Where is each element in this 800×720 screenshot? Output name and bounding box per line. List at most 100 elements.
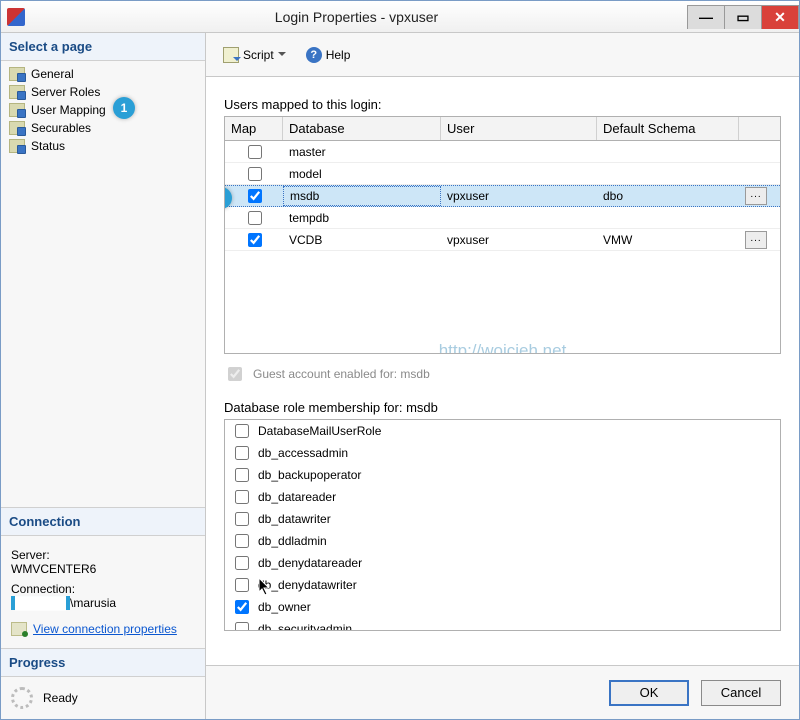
schema-browse-button[interactable]: ... xyxy=(745,187,767,205)
cell-database: model xyxy=(283,165,441,183)
dialog-footer: OK Cancel xyxy=(206,665,799,719)
view-connection-properties-link[interactable]: View connection properties xyxy=(33,622,177,636)
role-label: db_denydatareader xyxy=(258,556,362,570)
app-icon xyxy=(7,8,25,26)
role-checkbox[interactable] xyxy=(235,446,249,460)
left-pane: Select a page General Server RolesUser Ma… xyxy=(1,33,206,719)
cell-database: msdb xyxy=(283,186,441,206)
sidebar-item-label: Status xyxy=(31,139,65,153)
server-label: Server: xyxy=(11,548,195,562)
connection-info: Server: WMVCENTER6 Connection: ██████\ma… xyxy=(1,536,205,648)
table-row[interactable]: model xyxy=(225,163,780,185)
role-item[interactable]: db_backupoperator xyxy=(225,464,780,486)
role-label: db_backupoperator xyxy=(258,468,361,482)
page-icon xyxy=(9,85,25,99)
role-checkbox[interactable] xyxy=(235,578,249,592)
title-bar: Login Properties - vpxuser — ▭ ✕ xyxy=(1,1,799,33)
schema-browse-button[interactable]: ... xyxy=(745,231,767,249)
connection-value: ██████\marusia xyxy=(11,596,195,610)
users-mapped-label: Users mapped to this login: xyxy=(224,97,781,112)
map-checkbox[interactable] xyxy=(248,233,262,247)
role-checkbox[interactable] xyxy=(235,490,249,504)
help-icon: ? xyxy=(306,47,322,63)
cell-user xyxy=(441,150,597,154)
role-label: DatabaseMailUserRole xyxy=(258,424,381,438)
progress-header: Progress xyxy=(1,648,205,677)
server-value: WMVCENTER6 xyxy=(11,562,195,576)
cancel-button[interactable]: Cancel xyxy=(701,680,781,706)
roles-listbox[interactable]: 3 DatabaseMailUserRoledb_accessadmindb_b… xyxy=(224,419,781,631)
connection-label: Connection: xyxy=(11,582,195,596)
cell-schema: dbo xyxy=(597,187,739,205)
table-row[interactable]: master xyxy=(225,141,780,163)
ok-button[interactable]: OK xyxy=(609,680,689,706)
sidebar-item-status[interactable]: Status xyxy=(1,137,205,155)
role-item[interactable]: db_securityadmin xyxy=(225,618,780,631)
role-item[interactable]: db_owner xyxy=(225,596,780,618)
sidebar-item-user-mapping[interactable]: User Mapping1 xyxy=(1,101,205,119)
role-item[interactable]: db_ddladmin xyxy=(225,530,780,552)
role-label: db_owner xyxy=(258,600,311,614)
cell-database: VCDB xyxy=(283,231,441,249)
role-checkbox[interactable] xyxy=(235,424,249,438)
progress-area: Ready xyxy=(1,677,205,719)
sidebar-item-label: Securables xyxy=(31,121,91,135)
role-item[interactable]: db_datawriter xyxy=(225,508,780,530)
close-button[interactable]: ✕ xyxy=(761,5,799,29)
page-nav-list: General Server RolesUser Mapping1 Securabl… xyxy=(1,61,205,167)
cell-database: master xyxy=(283,143,441,161)
roles-label: Database role membership for: msdb xyxy=(224,400,781,415)
col-map: Map xyxy=(225,117,283,140)
page-icon xyxy=(9,121,25,135)
role-item[interactable]: db_denydatawriter xyxy=(225,574,780,596)
role-item[interactable]: db_accessadmin xyxy=(225,442,780,464)
map-checkbox[interactable] xyxy=(248,189,262,203)
maximize-button[interactable]: ▭ xyxy=(724,5,762,29)
role-checkbox[interactable] xyxy=(235,468,249,482)
page-icon xyxy=(9,67,25,81)
page-icon xyxy=(9,103,25,117)
table-row[interactable]: VCDBvpxuserVMW... xyxy=(225,229,780,251)
guest-account-row: Guest account enabled for: msdb xyxy=(224,364,781,384)
user-mapping-grid[interactable]: Map Database User Default Schema master m… xyxy=(224,116,781,354)
cell-user: vpxuser xyxy=(441,187,597,205)
cell-schema: VMW xyxy=(597,231,739,249)
sidebar-item-label: General xyxy=(31,67,74,81)
map-checkbox[interactable] xyxy=(248,211,262,225)
role-item[interactable]: db_denydatareader xyxy=(225,552,780,574)
connection-header: Connection xyxy=(1,507,205,536)
role-checkbox[interactable] xyxy=(235,556,249,570)
map-checkbox[interactable] xyxy=(248,167,262,181)
role-checkbox[interactable] xyxy=(235,512,249,526)
role-item[interactable]: DatabaseMailUserRole xyxy=(225,420,780,442)
sidebar-item-general[interactable]: General xyxy=(1,65,205,83)
progress-status: Ready xyxy=(43,691,78,705)
role-label: db_accessadmin xyxy=(258,446,348,460)
role-item[interactable]: db_datareader xyxy=(225,486,780,508)
select-page-header: Select a page xyxy=(1,33,205,61)
connection-redacted: ██████ xyxy=(11,596,70,610)
role-checkbox[interactable] xyxy=(235,622,249,631)
role-label: db_denydatawriter xyxy=(258,578,357,592)
help-button[interactable]: ? Help xyxy=(299,44,358,66)
role-checkbox[interactable] xyxy=(235,600,249,614)
minimize-button[interactable]: — xyxy=(687,5,725,29)
table-row[interactable]: tempdb xyxy=(225,207,780,229)
grid-header: Map Database User Default Schema xyxy=(225,117,780,141)
right-pane: Script ? Help Users mapped to this login… xyxy=(206,33,799,719)
sidebar-item-securables[interactable]: Securables xyxy=(1,119,205,137)
callout-1: 1 xyxy=(113,97,135,119)
guest-account-checkbox xyxy=(228,367,242,381)
map-checkbox[interactable] xyxy=(248,145,262,159)
cell-user: vpxuser xyxy=(441,231,597,249)
connection-properties-icon xyxy=(11,622,27,636)
role-label: db_datareader xyxy=(258,490,336,504)
role-checkbox[interactable] xyxy=(235,534,249,548)
cell-user xyxy=(441,216,597,220)
col-user: User xyxy=(441,117,597,140)
toolbar: Script ? Help xyxy=(206,33,799,77)
sidebar-item-server-roles[interactable]: Server Roles xyxy=(1,83,205,101)
role-label: db_datawriter xyxy=(258,512,331,526)
table-row[interactable]: msdbvpxuserdbo... xyxy=(225,185,780,207)
script-button[interactable]: Script xyxy=(216,44,293,66)
